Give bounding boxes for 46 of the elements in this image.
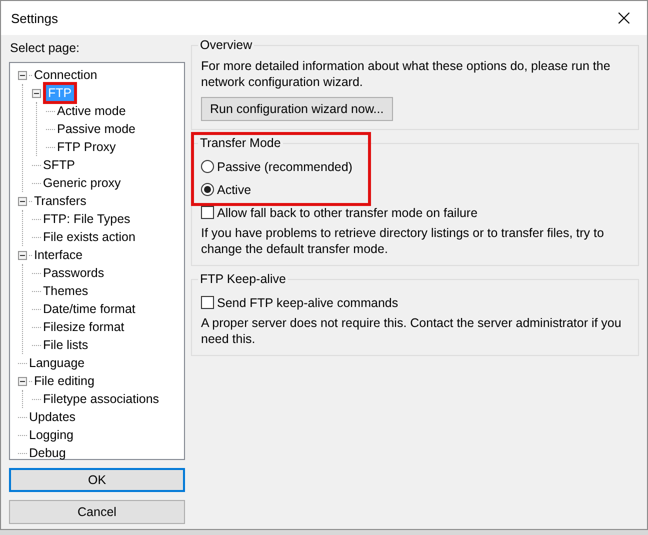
- checkbox[interactable]: [201, 206, 214, 219]
- transfer-mode-text: If you have problems to retrieve directory listings or to transfer files, try to change the default transfer mode.: [201, 225, 605, 257]
- tree-item[interactable]: SFTP: [41, 157, 77, 173]
- tree-item[interactable]: Active mode: [55, 103, 128, 119]
- tree-item[interactable]: Transfers: [32, 193, 88, 209]
- expander-icon[interactable]: [18, 250, 27, 260]
- tree-item[interactable]: Logging: [27, 427, 76, 443]
- tree-item[interactable]: Language: [27, 355, 87, 371]
- tree-item[interactable]: Connection: [32, 67, 100, 83]
- expander-icon[interactable]: [18, 196, 27, 206]
- expander-icon[interactable]: [32, 88, 41, 98]
- ok-button[interactable]: OK: [9, 468, 185, 492]
- group-title: Overview: [198, 38, 254, 52]
- radio-label[interactable]: Passive (recommended): [217, 160, 352, 174]
- tree-item[interactable]: FTP: File Types: [41, 211, 132, 227]
- overview-text: For more detailed information about what these options do, please run the network configuration wizard.: [201, 58, 612, 90]
- tree-item[interactable]: Filetype associations: [41, 391, 162, 407]
- checkbox-label[interactable]: Send FTP keep-alive commands: [217, 296, 398, 310]
- radio-button[interactable]: [201, 160, 214, 173]
- tree-item[interactable]: Debug: [27, 445, 68, 461]
- radio-button[interactable]: [201, 183, 214, 196]
- tree-item[interactable]: File editing: [32, 373, 96, 389]
- cancel-button[interactable]: Cancel: [9, 500, 185, 524]
- select-page-label: Select page:: [9, 41, 80, 57]
- expander-icon[interactable]: [18, 70, 27, 80]
- tree-item[interactable]: File lists: [41, 337, 90, 353]
- tree-item[interactable]: Generic proxy: [41, 175, 123, 191]
- wizard-button[interactable]: Run configuration wizard now...: [201, 97, 393, 121]
- tree-item[interactable]: Themes: [41, 283, 90, 299]
- tree-item[interactable]: Passive mode: [55, 121, 138, 137]
- tree-item[interactable]: Date/time format: [41, 301, 138, 317]
- group-title: Transfer Mode: [198, 136, 283, 150]
- checkbox-label[interactable]: Allow fall back to other transfer mode on failure: [217, 206, 478, 220]
- expander-icon[interactable]: [18, 376, 27, 386]
- window-title: Settings: [11, 10, 58, 26]
- tree-item[interactable]: File exists action: [41, 229, 138, 245]
- tree-item[interactable]: FTP Proxy: [55, 139, 118, 155]
- group-title: FTP Keep-alive: [198, 272, 288, 286]
- radio-label[interactable]: Active: [217, 182, 252, 196]
- tree-item[interactable]: Updates: [27, 409, 78, 425]
- tree-item[interactable]: Interface: [32, 247, 85, 263]
- tree-item[interactable]: Filesize format: [41, 319, 126, 335]
- tree-item[interactable]: Passwords: [41, 265, 106, 281]
- close-button[interactable]: ×: [601, 1, 647, 35]
- checkbox[interactable]: [201, 296, 214, 309]
- keep-alive-text: A proper server does not require this. Contact the server administrator if you need this.: [201, 315, 622, 347]
